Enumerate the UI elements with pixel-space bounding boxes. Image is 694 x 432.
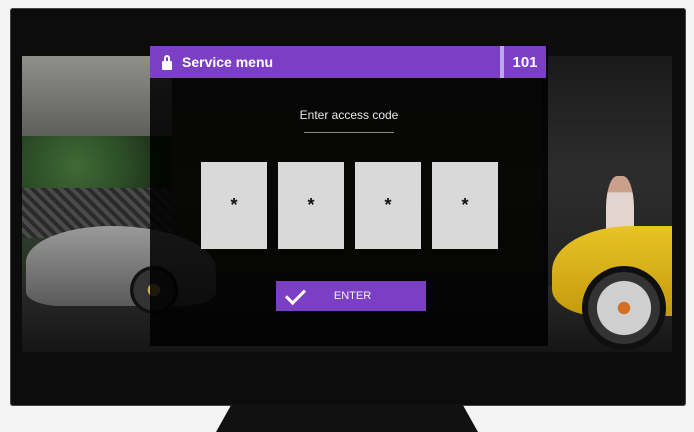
service-menu-header: Service menu 101	[150, 46, 546, 78]
code-digit-4[interactable]: *	[432, 162, 498, 249]
prompt-underline	[304, 132, 394, 133]
code-digit-2[interactable]: *	[278, 162, 344, 249]
enter-button[interactable]: ENTER	[276, 281, 426, 311]
menu-title: Service menu	[182, 54, 274, 70]
check-icon	[284, 283, 307, 305]
access-code-prompt: Enter access code	[299, 108, 399, 122]
enter-button-label: ENTER	[333, 290, 372, 302]
lock-icon	[162, 54, 172, 70]
code-digit-1[interactable]: *	[201, 162, 267, 249]
header-title-bar: Service menu	[150, 46, 500, 78]
channel-number: 101	[504, 46, 546, 78]
code-digit-3[interactable]: *	[355, 162, 421, 249]
tv-stand	[216, 404, 478, 432]
